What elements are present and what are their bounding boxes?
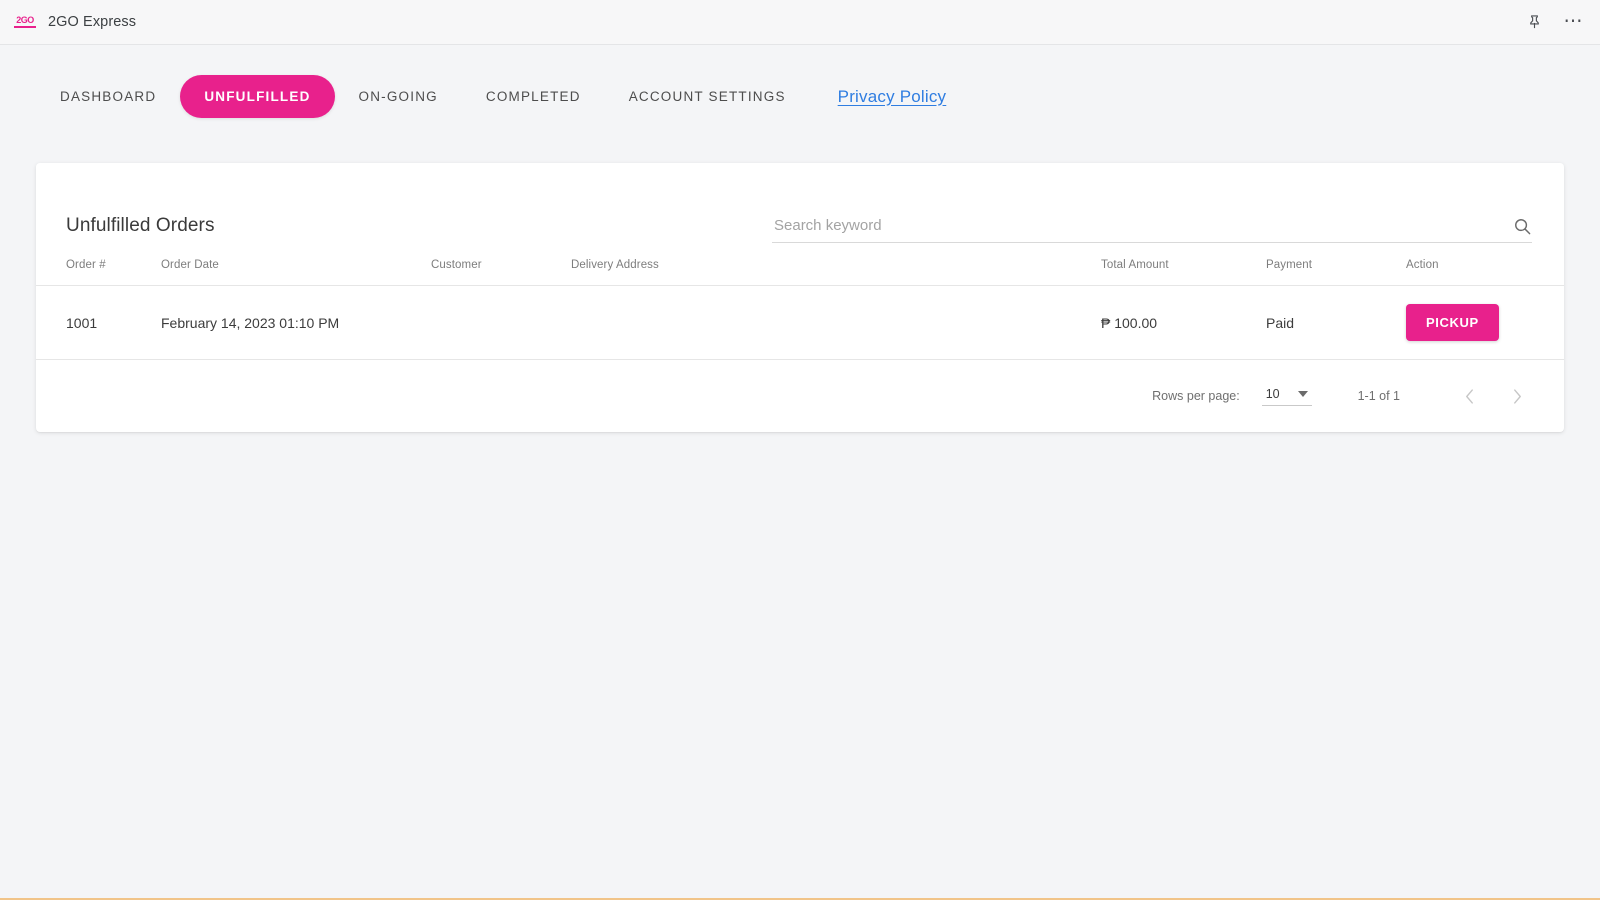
rows-per-page-value: 10 [1265, 386, 1280, 401]
table-header-row: Order # Order Date Customer Delivery Add… [36, 243, 1564, 286]
search-icon[interactable] [1503, 217, 1532, 236]
app-title: 2GO Express [48, 14, 137, 30]
col-header-customer: Customer [431, 243, 571, 286]
cell-action: PICKUP [1406, 285, 1564, 360]
cell-order-date: February 14, 2023 01:10 PM [161, 285, 431, 360]
search-input[interactable] [772, 217, 1503, 236]
col-header-delivery-address: Delivery Address [571, 243, 1101, 286]
page-title: Unfulfilled Orders [66, 215, 215, 236]
pin-icon[interactable] [1527, 14, 1542, 30]
tab-unfulfilled[interactable]: UNFULFILLED [180, 75, 335, 118]
cell-order-no: 1001 [36, 285, 161, 360]
cell-total-amount: ₱ 100.00 [1101, 285, 1266, 360]
col-header-action: Action [1406, 243, 1564, 286]
2go-logo-icon: 2GO [14, 16, 36, 28]
search-field-wrapper [772, 217, 1532, 243]
orders-card: Unfulfilled Orders Order # Order Date Cu… [36, 163, 1564, 432]
rows-per-page-label: Rows per page: [1152, 389, 1240, 403]
pickup-button[interactable]: PICKUP [1406, 304, 1499, 341]
cell-delivery-address [571, 285, 1101, 360]
card-header: Unfulfilled Orders [36, 163, 1564, 243]
table-row[interactable]: 1001 February 14, 2023 01:10 PM ₱ 100.00… [36, 285, 1564, 360]
table-pagination: Rows per page: 10 1-1 of 1 [36, 360, 1564, 432]
orders-table-head: Order # Order Date Customer Delivery Add… [36, 243, 1564, 286]
pagination-range-label: 1-1 of 1 [1357, 389, 1400, 403]
orders-table-body: 1001 February 14, 2023 01:10 PM ₱ 100.00… [36, 285, 1564, 360]
chevron-right-icon[interactable] [1500, 379, 1534, 413]
titlebar-left-group: 2GO 2GO Express [14, 14, 136, 30]
col-header-total-amount: Total Amount [1101, 243, 1266, 286]
tab-account-settings[interactable]: ACCOUNT SETTINGS [605, 75, 810, 118]
cell-customer [431, 285, 571, 360]
tab-completed[interactable]: COMPLETED [462, 75, 605, 118]
titlebar-right-group: ⋯ [1527, 12, 1585, 31]
more-options-icon[interactable]: ⋯ [1564, 12, 1585, 31]
orders-table: Order # Order Date Customer Delivery Add… [36, 243, 1564, 360]
tab-on-going[interactable]: ON-GOING [335, 75, 462, 118]
rows-per-page-select[interactable]: 10 [1261, 386, 1312, 406]
privacy-policy-link[interactable]: Privacy Policy [838, 87, 947, 107]
chevron-down-icon [1297, 390, 1308, 397]
col-header-order-no: Order # [36, 243, 161, 286]
col-header-order-date: Order Date [161, 243, 431, 286]
window-titlebar: 2GO 2GO Express ⋯ [0, 0, 1600, 45]
chevron-left-icon[interactable] [1452, 379, 1486, 413]
cell-payment-status: Paid [1266, 285, 1406, 360]
col-header-payment: Payment [1266, 243, 1406, 286]
main-tab-bar: DASHBOARD UNFULFILLED ON-GOING COMPLETED… [0, 45, 1600, 118]
tab-dashboard[interactable]: DASHBOARD [36, 75, 180, 118]
